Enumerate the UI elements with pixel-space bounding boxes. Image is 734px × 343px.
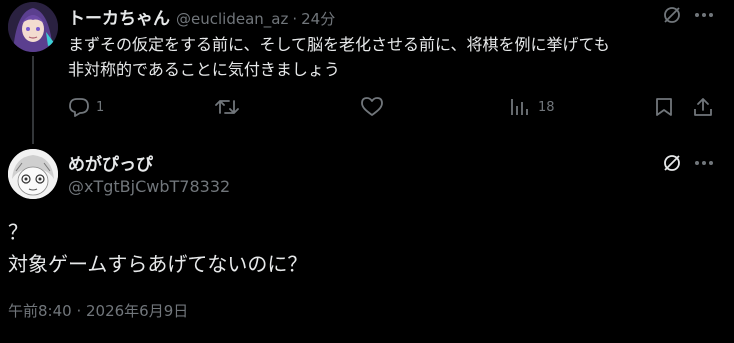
tweet1-header: トーカちゃん @euclidean_az · 24分 [68, 4, 335, 29]
bookmark-icon [655, 97, 673, 117]
retweet-button[interactable] [215, 95, 245, 119]
tweet1-text-line1: まずその仮定をする前に、そして脳を老化させる前に、将棋を例に挙げても [68, 35, 610, 54]
reply-count: 1 [96, 99, 105, 115]
retweet-icon [215, 97, 239, 117]
like-icon [361, 97, 383, 117]
share-button[interactable] [693, 95, 713, 119]
share-icon [693, 97, 713, 117]
thread-connector-line [32, 56, 34, 144]
reply-button[interactable]: 1 [68, 95, 104, 119]
avatar[interactable] [8, 2, 58, 52]
tweet2-text: ？ 対象ゲームすらあげてないのに？ [8, 220, 308, 276]
display-name[interactable]: トーカちゃん [68, 4, 170, 29]
separator-dot: · [292, 10, 298, 28]
display-name[interactable]: めがぴっぴ [68, 150, 153, 175]
more-icon[interactable] [692, 4, 716, 26]
grok-icon[interactable] [661, 4, 683, 26]
user-handle[interactable]: @euclidean_az [176, 10, 288, 28]
avatar[interactable] [8, 149, 58, 199]
user-handle[interactable]: @xTgtBjCwbT78332 [68, 177, 230, 196]
views-button[interactable]: 18 [510, 95, 555, 119]
reply-icon [68, 97, 90, 117]
tweet1-text-line2: 非対称的であることに気付きましょう [68, 60, 340, 79]
views-icon [510, 97, 530, 117]
bookmark-button[interactable] [655, 95, 673, 119]
more-icon[interactable] [692, 152, 716, 174]
tweet1-text: まずその仮定をする前に、そして脳を老化させる前に、将棋を例に挙げても 非対称的で… [68, 32, 718, 82]
like-button[interactable] [361, 95, 389, 119]
post-time[interactable]: 24分 [301, 8, 335, 29]
post-timestamp[interactable]: 午前8:40 · 2026年6月9日 [8, 300, 188, 321]
grok-icon[interactable] [661, 152, 683, 174]
views-count: 18 [538, 99, 555, 115]
